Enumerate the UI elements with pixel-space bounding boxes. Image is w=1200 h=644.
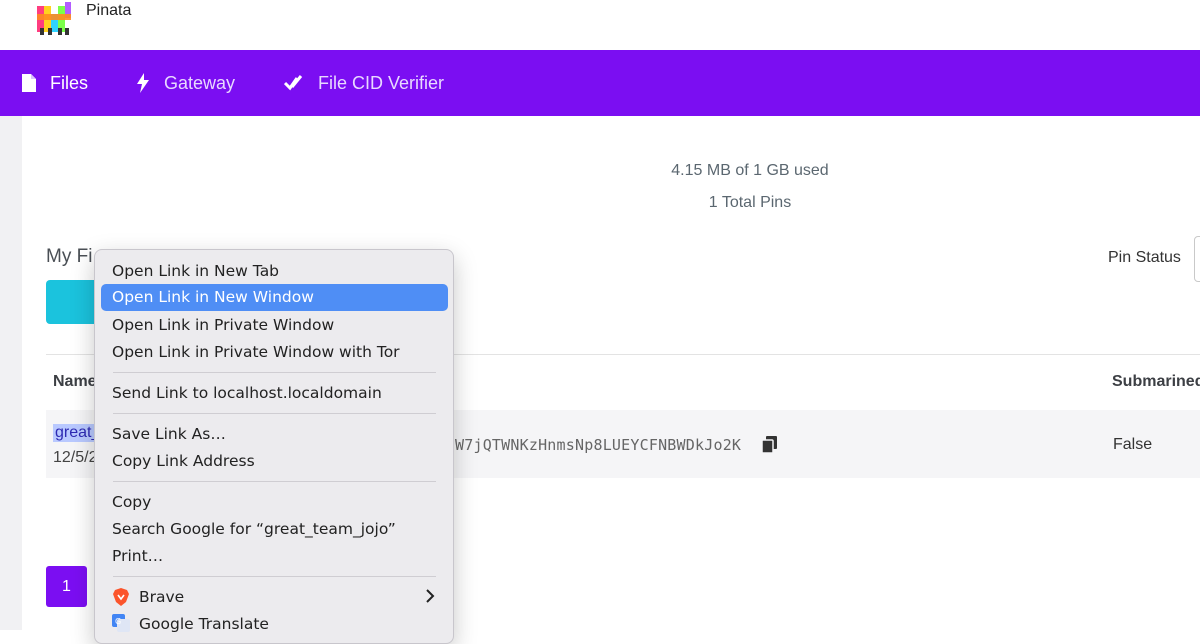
- menu-item-search-google[interactable]: Search Google for “great_team_jojo”: [112, 519, 396, 539]
- total-pins: 1 Total Pins: [708, 194, 792, 211]
- pagination-page-1[interactable]: 1: [46, 566, 87, 607]
- menu-item-save-link-as[interactable]: Save Link As…: [112, 424, 226, 444]
- menu-item-copy-link-address[interactable]: Copy Link Address: [112, 451, 255, 471]
- column-header-name[interactable]: Name: [53, 373, 97, 391]
- menu-item-open-private-window[interactable]: Open Link in Private Window: [112, 315, 334, 335]
- nav-cid-verifier[interactable]: File CID Verifier: [284, 50, 444, 116]
- double-check-icon: [284, 74, 304, 92]
- nav-files[interactable]: Files: [22, 50, 88, 116]
- storage-usage: 4.15 MB of 1 GB used: [671, 162, 829, 179]
- context-menu: Open Link in New Tab Open Link in New Wi…: [94, 249, 454, 644]
- menu-separator: [113, 372, 436, 373]
- file-icon: [22, 74, 36, 92]
- my-files-title: My Fi: [46, 246, 93, 267]
- menu-separator: [113, 413, 436, 414]
- pinata-logo[interactable]: [34, 0, 74, 36]
- nav-files-label: Files: [50, 72, 89, 93]
- top-bar: Pinata: [0, 0, 1200, 50]
- file-cid: W7jQTWNKzHnmsNp8LUEYCFNBWDkJo2K: [455, 436, 742, 454]
- menu-item-open-new-tab[interactable]: Open Link in New Tab: [112, 261, 279, 281]
- nav-gateway[interactable]: Gateway: [136, 50, 235, 116]
- menu-item-open-new-window[interactable]: Open Link in New Window: [101, 284, 448, 311]
- column-header-submarined[interactable]: Submarined: [1112, 373, 1200, 391]
- pin-status-label: Pin Status: [1108, 249, 1181, 266]
- copy-icon[interactable]: [761, 436, 777, 458]
- google-translate-icon: G: [112, 614, 130, 632]
- svg-text:G: G: [115, 617, 121, 626]
- menu-separator: [113, 576, 436, 577]
- brand-name: Pinata: [86, 2, 132, 19]
- nav-cid-verifier-label: File CID Verifier: [318, 72, 445, 93]
- menu-separator: [113, 481, 436, 482]
- nav-gateway-label: Gateway: [164, 72, 236, 93]
- menu-item-print[interactable]: Print…: [112, 546, 163, 566]
- brave-icon: [112, 588, 130, 606]
- submarined-value: False: [1113, 436, 1153, 453]
- bolt-icon: [136, 73, 150, 93]
- menu-item-brave[interactable]: Brave: [139, 587, 184, 607]
- chevron-right-icon: [425, 586, 435, 610]
- menu-item-copy[interactable]: Copy: [112, 492, 151, 512]
- menu-item-send-link[interactable]: Send Link to localhost.localdomain: [112, 383, 382, 403]
- menu-item-google-translate[interactable]: Google Translate: [139, 614, 269, 634]
- pin-status-select[interactable]: [1194, 236, 1200, 282]
- file-date: 12/5/2: [53, 449, 98, 466]
- menu-item-open-private-tor[interactable]: Open Link in Private Window with Tor: [112, 342, 400, 362]
- main-nav: Files Gateway File CID Verifier: [0, 50, 1200, 116]
